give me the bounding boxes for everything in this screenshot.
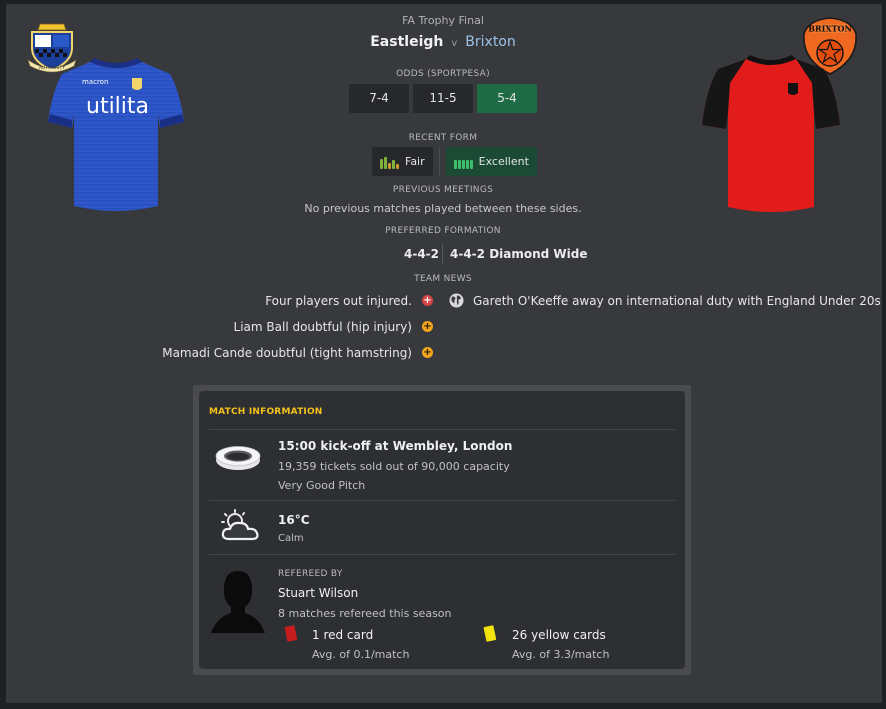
match-information-box: MATCH INFORMATION 15:00 kick-off at Wemb… [193,385,691,675]
referee-silhouette-icon [211,571,265,633]
red-card-average: Avg. of 0.1/match [312,648,410,661]
referee-label: REFEREED BY [278,569,343,579]
venue-tickets: 19,359 tickets sold out of 90,000 capaci… [278,460,510,473]
away-team-link[interactable]: Brixton [465,34,515,50]
team-news-label: TEAM NEWS [414,274,472,284]
home-formation: 4-4-2 [404,247,440,261]
odds-away-win[interactable]: 5-4 [477,84,537,113]
versus-label: v [451,38,458,49]
odds-row: 7-4 11-5 5-4 [349,84,537,113]
yellow-card-count: 26 yellow cards [512,628,606,642]
home-form-bars-icon [380,155,399,169]
divider [209,500,675,501]
referee-name[interactable]: Stuart Wilson [278,586,358,600]
away-form-bars-icon [453,155,473,169]
home-news-item[interactable]: Four players out injured. [150,294,412,308]
venue-kickoff[interactable]: 15:00 kick-off at Wembley, London [278,439,512,453]
venue-pitch: Very Good Pitch [278,479,366,492]
home-form-pill[interactable]: Fair [372,147,433,176]
doubtful-icon: + [422,320,433,332]
away-news-item[interactable]: Gareth O'Keeffe away on international du… [473,294,881,308]
doubtful-icon: + [422,346,433,358]
red-card-count: 1 red card [312,628,374,642]
recent-form-label: RECENT FORM [408,133,478,143]
away-formation: 4-4-2 Diamond Wide [450,247,588,261]
match-information-title: MATCH INFORMATION [209,407,323,417]
formation-divider [442,244,443,264]
home-team-link[interactable]: Eastleigh [370,34,443,50]
weather-temperature: 16°C [278,513,310,527]
yellow-card-icon [483,625,497,642]
home-news-item[interactable]: Liam Ball doubtful (hip injury) [150,320,412,334]
divider [209,554,675,555]
odds-label: ODDS (SPORTPESA) [396,69,490,79]
red-card-icon [284,625,298,642]
injury-icon: + [422,294,433,306]
home-news-item[interactable]: Mamadi Cande doubtful (tight hamstring) [150,346,412,360]
fixture-teams: Eastleigh v Brixton [0,34,886,50]
weather-wind: Calm [278,533,304,544]
yellow-card-average: Avg. of 3.3/match [512,648,610,661]
away-form-pill[interactable]: Excellent [445,147,537,176]
formation-label: PREFERRED FORMATION [385,226,501,236]
divider [209,429,675,430]
recent-form-row: Fair Excellent [372,147,537,176]
odds-draw[interactable]: 11-5 [413,84,473,113]
stadium-icon [215,446,261,470]
form-separator [438,147,440,176]
odds-home-win[interactable]: 7-4 [349,84,409,113]
previous-meetings-text: No previous matches played between these… [304,202,582,215]
globe-icon [449,293,464,308]
weather-sunny-intervals-icon [221,509,259,541]
home-kit-sponsor: utilita [86,94,149,119]
home-kit-brand: macron [82,78,108,86]
competition-title: FA Trophy Final [402,14,484,27]
referee-matches: 8 matches refereed this season [278,607,452,620]
home-form-text: Fair [405,155,425,168]
match-information-panel: MATCH INFORMATION 15:00 kick-off at Wemb… [199,391,685,669]
away-form-text: Excellent [478,155,529,168]
previous-meetings-label: PREVIOUS MEETINGS [392,185,494,195]
